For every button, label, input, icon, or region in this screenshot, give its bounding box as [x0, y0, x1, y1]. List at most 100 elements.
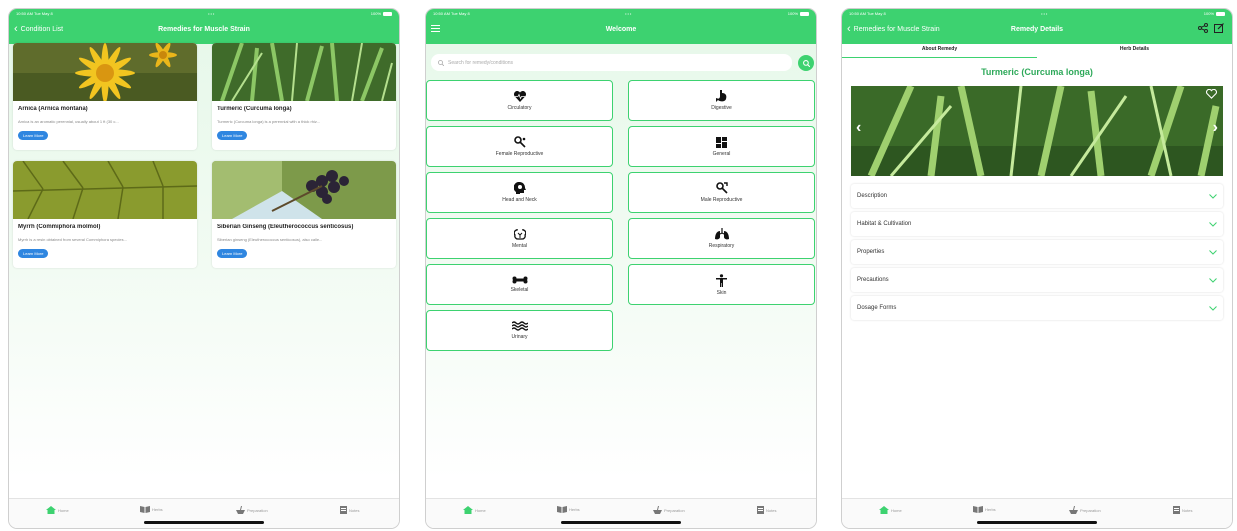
accordion-precautions[interactable]: Precautions	[851, 268, 1223, 292]
lungs-icon	[714, 228, 729, 240]
page-title: Remedies for Muscle Strain	[158, 26, 250, 33]
tab-about-remedy[interactable]: About Remedy	[842, 44, 1037, 58]
bone-icon	[512, 276, 527, 284]
remedy-details-screen: 10:50 AM Tue May 8 ••• 100% ‹ Remedies fo…	[841, 8, 1233, 529]
chevron-right-icon[interactable]: ›	[1213, 119, 1218, 137]
herb-image-carousel[interactable]: ‹ ›	[851, 86, 1223, 176]
category-head-and-neck[interactable]: Head and Neck	[426, 172, 613, 213]
home-indicator	[977, 521, 1097, 524]
nav-bar: ‹ Remedies for Muscle Strain Remedy Detai…	[842, 18, 1232, 44]
category-skin[interactable]: Skin	[628, 264, 815, 305]
chevron-down-icon	[1209, 277, 1217, 283]
book-icon	[973, 506, 983, 513]
category-mental[interactable]: Mental	[426, 218, 613, 259]
nav-bar: Welcome	[426, 18, 816, 44]
status-time: 10:50 AM Tue May 8	[433, 11, 470, 16]
card-title: Turmeric (Curcuma longa)	[217, 106, 292, 112]
battery-icon	[383, 11, 392, 16]
tab-home[interactable]: Home	[463, 506, 486, 514]
search-icon	[802, 59, 810, 67]
card-title: Siberian Ginseng (Eleutherococcus sentic…	[217, 224, 354, 230]
book-icon	[557, 506, 567, 513]
status-dots: •••	[625, 11, 633, 16]
tab-bar: Home Herbs Preparation Notes	[426, 498, 816, 528]
remedy-card[interactable]: Siberian Ginseng (Eleutherococcus sentic…	[212, 161, 396, 268]
tab-home[interactable]: Home	[46, 506, 69, 514]
remedy-card[interactable]: Myrrh (Commiphora molmol) Myrrh is a res…	[13, 161, 197, 268]
page-title: Remedy Details	[1010, 26, 1064, 33]
battery-indicator: 100%	[371, 11, 392, 16]
category-digestive[interactable]: Digestive	[628, 80, 815, 121]
tab-preparation[interactable]: Preparation	[236, 506, 268, 514]
book-icon	[140, 506, 150, 513]
category-skeletal[interactable]: Skeletal	[426, 264, 613, 305]
card-description: Turmeric (Curcuma longa) is a perennial …	[217, 119, 321, 124]
tab-notes[interactable]: Notes	[1173, 506, 1192, 514]
chevron-down-icon	[1209, 221, 1217, 227]
accordion-description[interactable]: Description	[851, 184, 1223, 208]
category-general[interactable]: General	[628, 126, 815, 167]
note-icon	[757, 506, 764, 514]
stomach-icon	[716, 90, 727, 102]
accordion-properties[interactable]: Properties	[851, 240, 1223, 264]
accordion-dosage-forms[interactable]: Dosage Forms	[851, 296, 1223, 320]
learn-more-button[interactable]: Learn More	[18, 249, 49, 258]
myrrh-image	[13, 161, 197, 220]
chevron-left-icon[interactable]: ‹	[856, 119, 861, 137]
category-female-reproductive[interactable]: Female Reproductive	[426, 126, 613, 167]
status-bar: 10:50 AM Tue May 8 ••• 100%	[842, 9, 1232, 18]
remedy-card[interactable]: Turmeric (Curcuma longa) Turmeric (Curcu…	[212, 43, 396, 150]
arnica-image	[13, 43, 197, 103]
share-icon[interactable]	[1198, 23, 1208, 33]
tab-herbs[interactable]: Herbs	[140, 506, 163, 513]
mortar-icon	[653, 506, 662, 514]
battery-indicator: 100%	[788, 11, 809, 16]
female-reproductive-icon	[513, 136, 526, 148]
page-title: Welcome	[605, 26, 637, 33]
status-dots: •••	[1041, 11, 1049, 16]
nav-bar: ‹ Condition List Remedies for Muscle Stra…	[9, 18, 399, 44]
remedy-card[interactable]: Arnica (Arnica montana) Arnica is an aro…	[13, 43, 197, 150]
segmented-control: About Remedy Herb Details	[842, 44, 1232, 58]
search-input[interactable]: Search for remedy/conditions	[431, 54, 792, 71]
battery-indicator: 100%	[1204, 11, 1225, 16]
status-time: 10:50 AM Tue May 8	[849, 11, 886, 16]
head-icon	[513, 182, 526, 194]
tab-bar: Home Herbs Preparation Notes	[842, 498, 1232, 528]
card-title: Arnica (Arnica montana)	[18, 106, 88, 112]
turmeric-image	[212, 43, 396, 102]
chevron-down-icon	[1209, 193, 1217, 199]
note-icon	[1173, 506, 1180, 514]
chevron-down-icon	[1209, 305, 1217, 311]
tab-notes[interactable]: Notes	[757, 506, 776, 514]
tab-home[interactable]: Home	[879, 506, 902, 514]
tab-herbs[interactable]: Herbs	[557, 506, 580, 513]
grid-icon	[716, 136, 727, 148]
tab-preparation[interactable]: Preparation	[1069, 506, 1101, 514]
category-respiratory[interactable]: Respiratory	[628, 218, 815, 259]
tab-bar: Home Herbs Preparation Notes	[9, 498, 399, 528]
ginseng-image	[212, 161, 396, 219]
card-description: Arnica is an aromatic perennial, usually…	[18, 119, 119, 124]
learn-more-button[interactable]: Learn More	[217, 131, 248, 140]
tab-herb-details[interactable]: Herb Details	[1037, 44, 1232, 58]
learn-more-button[interactable]: Learn More	[217, 249, 248, 258]
tab-preparation[interactable]: Preparation	[653, 506, 685, 514]
status-dots: •••	[208, 11, 216, 16]
edit-icon[interactable]	[1214, 23, 1224, 33]
search-button[interactable]	[798, 55, 814, 71]
chevron-down-icon	[1209, 249, 1217, 255]
category-circulatory[interactable]: Circulatory	[426, 80, 613, 121]
tab-notes[interactable]: Notes	[340, 506, 359, 514]
home-icon	[879, 506, 889, 514]
note-icon	[340, 506, 347, 514]
category-urinary[interactable]: Urinary	[426, 310, 613, 351]
mortar-icon	[1069, 506, 1078, 514]
accordion-habitat[interactable]: Habitat & Cultivation	[851, 212, 1223, 236]
category-male-reproductive[interactable]: Male Reproductive	[628, 172, 815, 213]
status-bar: 10:50 AM Tue May 8 ••• 100%	[9, 9, 399, 18]
tab-herbs[interactable]: Herbs	[973, 506, 996, 513]
heart-icon[interactable]	[1206, 89, 1217, 99]
mortar-icon	[236, 506, 245, 514]
learn-more-button[interactable]: Learn More	[18, 131, 49, 140]
